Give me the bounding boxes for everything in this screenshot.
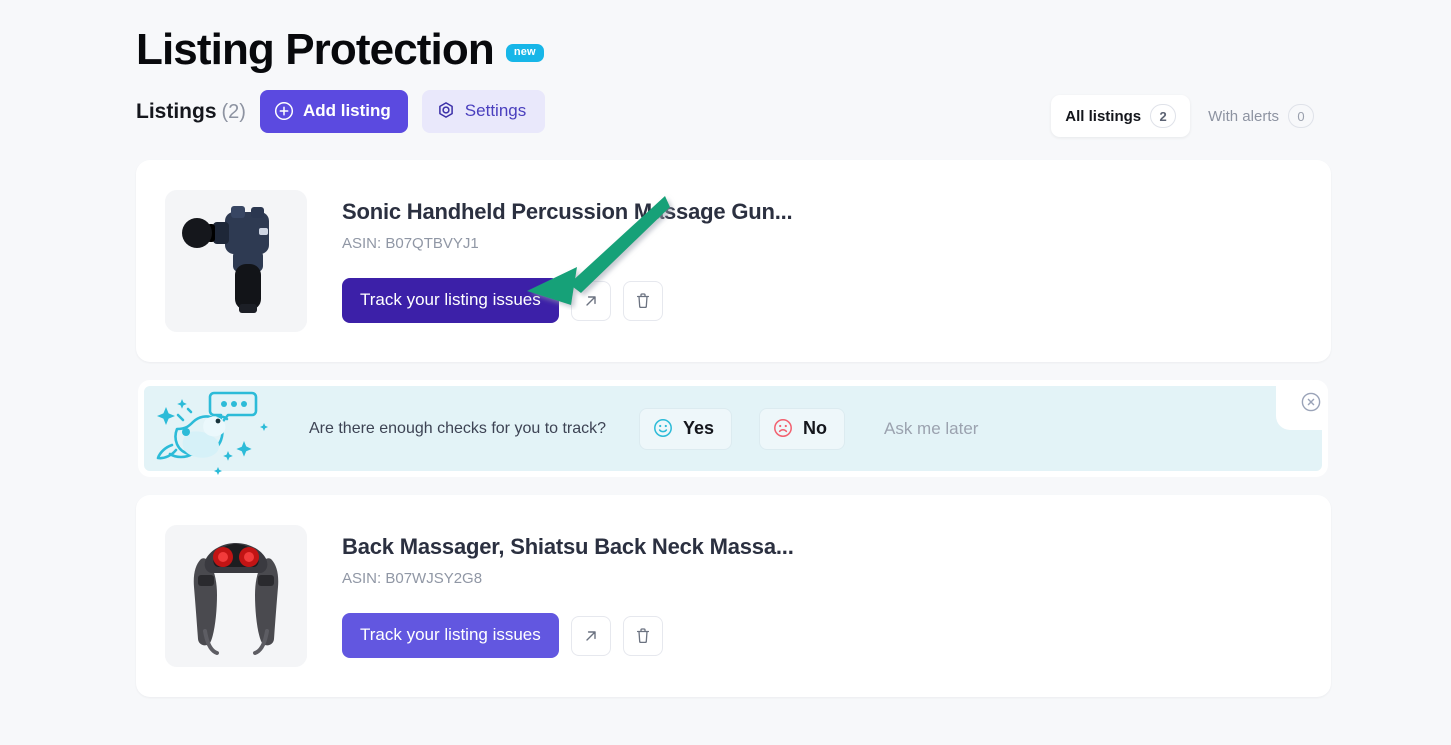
product-asin: ASIN: B07QTBVYJ1: [342, 235, 479, 252]
listing-actions: Track your listing issues: [342, 613, 1301, 658]
feedback-yes-label: Yes: [683, 417, 715, 438]
tab-all-listings[interactable]: All listings 2: [1051, 95, 1191, 137]
listing-card-body: Sonic Handheld Percussion Massage Gun...…: [342, 198, 1301, 323]
open-listing-button[interactable]: [570, 280, 611, 321]
tab-with-alerts[interactable]: With alerts 0: [1194, 95, 1328, 137]
listing-actions: Track your listing issues: [342, 278, 1301, 323]
massage-gun-product-image: [165, 190, 307, 332]
add-listing-button[interactable]: Add listing: [259, 90, 408, 133]
close-banner-button[interactable]: [1298, 389, 1324, 415]
track-listing-issues-button[interactable]: Track your listing issues: [342, 613, 559, 658]
listings-label: Listings: [136, 99, 217, 123]
trash-icon: [635, 627, 651, 645]
tab-with-alerts-label: With alerts: [1208, 107, 1279, 125]
plus-circle-icon: [274, 101, 294, 121]
banner-close-notch: [1276, 380, 1328, 430]
close-circle-icon: [1300, 391, 1322, 413]
delete-listing-button[interactable]: [622, 615, 663, 656]
listing-card: Sonic Handheld Percussion Massage Gun...…: [136, 160, 1331, 362]
trash-icon: [635, 292, 651, 310]
feedback-no-label: No: [803, 417, 827, 438]
smiley-face-icon: [653, 418, 673, 438]
tab-with-alerts-count: 0: [1288, 104, 1314, 128]
external-link-icon: [583, 628, 599, 644]
frowny-face-icon: [773, 418, 793, 438]
settings-button[interactable]: Settings: [421, 90, 546, 133]
feedback-ask-me-later-button[interactable]: Ask me later: [884, 419, 978, 439]
product-asin: ASIN: B07WJSY2G8: [342, 570, 483, 587]
tab-all-listings-count: 2: [1150, 104, 1177, 128]
listings-toolbar: Listings (2) Add listing Settings: [136, 90, 546, 133]
listings-count: (2): [221, 100, 246, 123]
listing-card: Back Massager, Shiatsu Back Neck Massa..…: [136, 495, 1331, 697]
neck-massager-product-image: [165, 525, 307, 667]
product-title: Sonic Handheld Percussion Massage Gun...: [342, 199, 793, 224]
add-listing-label: Add listing: [302, 101, 391, 120]
listing-card-body: Back Massager, Shiatsu Back Neck Massa..…: [342, 533, 1301, 658]
page-header: Listing Protection new: [136, 22, 544, 78]
listings-heading: Listings (2): [136, 100, 246, 124]
listing-filter-tabs: All listings 2 With alerts 0: [1048, 92, 1331, 140]
page-title: Listing Protection: [136, 25, 495, 74]
tab-all-listings-label: All listings: [1065, 107, 1142, 125]
open-listing-button[interactable]: [570, 615, 611, 656]
feedback-question: Are there enough checks for you to track…: [309, 419, 607, 437]
new-badge: new: [505, 44, 544, 62]
bird-with-speech-bubble-illustration: [152, 379, 302, 484]
listing-protection-page: Listing Protection new Listings (2) Add l…: [0, 0, 1451, 745]
external-link-icon: [583, 293, 599, 309]
track-listing-issues-button[interactable]: Track your listing issues: [342, 278, 559, 323]
feedback-no-button[interactable]: No: [759, 407, 845, 450]
delete-listing-button[interactable]: [622, 280, 663, 321]
feedback-banner: Are there enough checks for you to track…: [138, 380, 1328, 477]
feedback-yes-button[interactable]: Yes: [639, 407, 733, 450]
product-title: Back Massager, Shiatsu Back Neck Massa..…: [342, 534, 794, 559]
gear-icon: [436, 101, 456, 121]
settings-label: Settings: [464, 101, 527, 120]
